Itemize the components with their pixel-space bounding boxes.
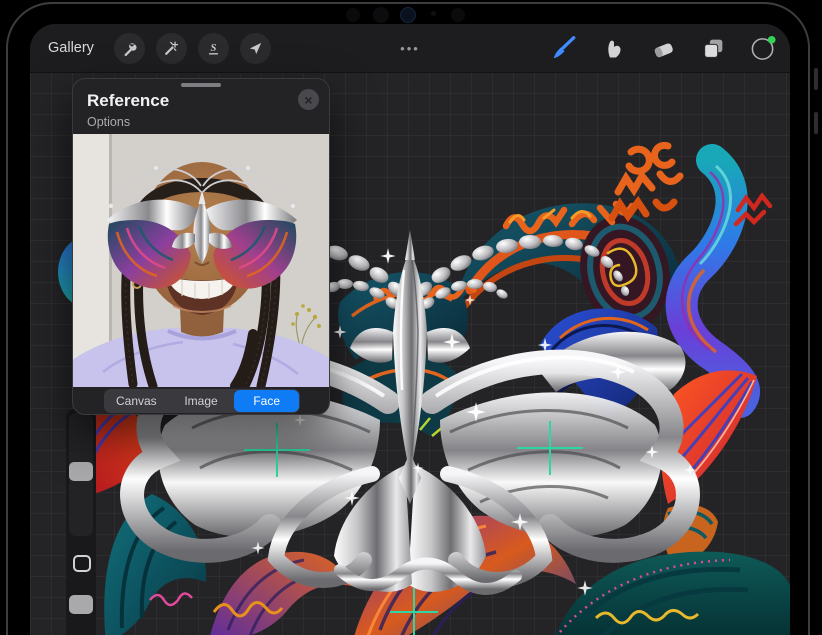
camera-dot — [346, 8, 360, 22]
tab-face[interactable]: Face — [234, 390, 299, 412]
smudge-button[interactable] — [600, 35, 627, 62]
mic-dot — [431, 11, 436, 16]
face-photo-graphic — [73, 134, 330, 387]
brush-size-handle[interactable] — [69, 462, 93, 481]
modify-button[interactable] — [73, 555, 91, 572]
panel-drag-handle[interactable] — [181, 83, 221, 87]
actions-button[interactable] — [114, 33, 145, 64]
erase-button[interactable] — [650, 35, 677, 62]
panel-title: Reference — [87, 91, 169, 111]
camera-dot — [451, 8, 465, 22]
adjustments-button[interactable] — [156, 33, 187, 64]
panel-subtitle[interactable]: Options — [87, 115, 130, 129]
color-button[interactable] — [750, 35, 777, 62]
top-toolbar: Gallery S — [30, 24, 790, 73]
brush-icon — [551, 35, 577, 61]
color-ring-icon — [750, 34, 777, 62]
svg-text:S: S — [210, 42, 216, 53]
multitask-indicator[interactable]: ••• — [400, 24, 420, 72]
volume-button — [814, 112, 818, 134]
smudge-finger-icon — [602, 36, 626, 60]
gallery-button[interactable]: Gallery — [48, 40, 94, 56]
close-button[interactable]: × — [298, 89, 319, 110]
volume-button — [814, 68, 818, 90]
right-ribbon-wing — [682, 160, 744, 402]
reference-face-photo[interactable] — [73, 134, 330, 387]
brush-sidebar — [66, 409, 96, 635]
layers-icon — [701, 36, 726, 61]
reference-mode-tabs: Canvas Image Face — [104, 389, 300, 413]
transform-arrow-icon — [247, 40, 264, 57]
ipad-device: Gallery S — [0, 0, 822, 635]
camera-dot — [373, 7, 389, 23]
eraser-icon — [651, 36, 676, 61]
tab-canvas[interactable]: Canvas — [104, 389, 169, 413]
bottom-right-wing — [552, 552, 790, 635]
front-camera — [400, 7, 416, 23]
transform-button[interactable] — [240, 33, 271, 64]
wrench-icon — [121, 40, 138, 57]
paint-button[interactable] — [550, 35, 577, 62]
s-selection-icon: S — [205, 40, 222, 57]
reference-panel: Reference Options × — [72, 78, 330, 415]
layers-button[interactable] — [700, 35, 727, 62]
tab-image[interactable]: Image — [169, 389, 234, 413]
selection-button[interactable]: S — [198, 33, 229, 64]
magic-wand-icon — [163, 40, 180, 57]
opacity-handle[interactable] — [69, 595, 93, 614]
